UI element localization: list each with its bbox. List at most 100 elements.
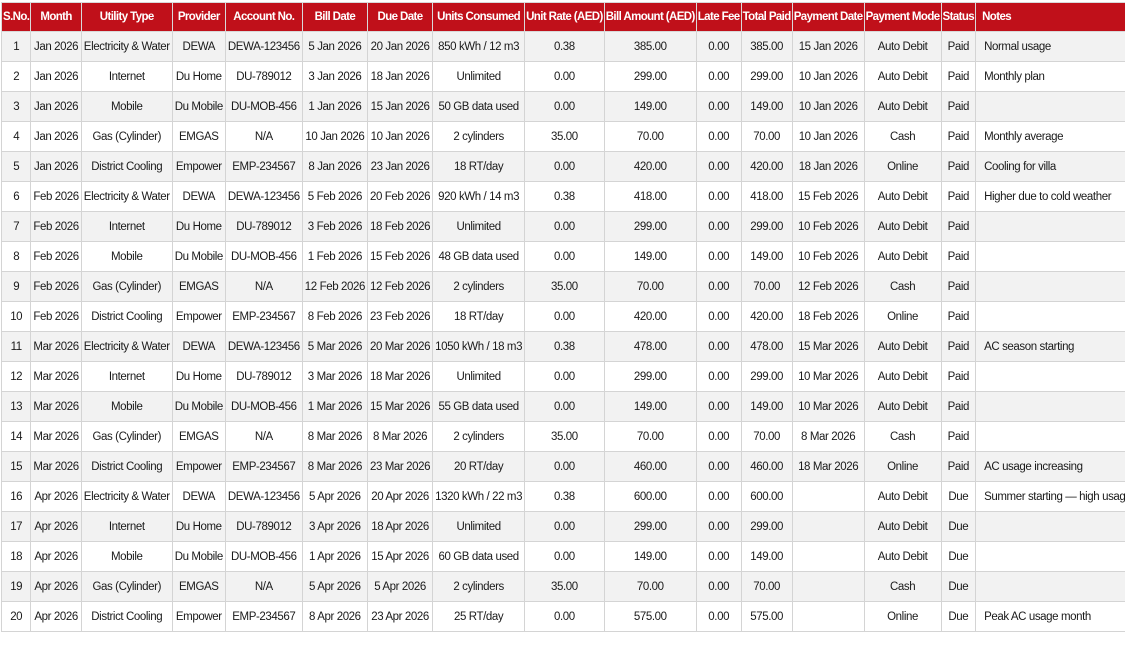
- cell-bill-amount[interactable]: 385.00: [603, 31, 697, 62]
- cell-provider[interactable]: EMGAS: [171, 271, 226, 302]
- table-row[interactable]: 4 Jan 2026 Gas (Cylinder) EMGAS N/A 10 Jan 20…: [0, 121, 1125, 152]
- cell-total-paid[interactable]: 420.00: [740, 301, 793, 332]
- cell-status[interactable]: Due: [940, 541, 977, 572]
- cell-payment-mode[interactable]: Auto Debit: [863, 331, 942, 362]
- cell-unit-rate[interactable]: 0.00: [524, 391, 605, 422]
- cell-provider[interactable]: Du Home: [171, 211, 226, 242]
- cell-unit-rate[interactable]: 0.00: [524, 511, 605, 542]
- cell-late-fee[interactable]: 0.00: [695, 61, 742, 92]
- cell-notes[interactable]: Cooling for villa: [975, 151, 1125, 182]
- column-header-bill-amount[interactable]: Bill Amount (AED): [603, 2, 697, 32]
- cell-month[interactable]: Jan 2026: [30, 91, 82, 122]
- cell-units-consumed[interactable]: 2 cylinders: [432, 421, 526, 452]
- cell-late-fee[interactable]: 0.00: [695, 511, 742, 542]
- cell-account-no[interactable]: EMP-234567: [224, 601, 303, 632]
- cell-sno[interactable]: 19: [0, 571, 32, 602]
- cell-provider[interactable]: Du Home: [171, 511, 226, 542]
- cell-utility-type[interactable]: Mobile: [80, 541, 173, 572]
- cell-units-consumed[interactable]: 18 RT/day: [432, 301, 526, 332]
- cell-utility-type[interactable]: Electricity & Water: [80, 481, 173, 512]
- cell-units-consumed[interactable]: 920 kWh / 14 m3: [432, 181, 526, 212]
- cell-late-fee[interactable]: 0.00: [695, 361, 742, 392]
- cell-status[interactable]: Paid: [940, 91, 977, 122]
- cell-notes[interactable]: [975, 301, 1125, 332]
- table-row[interactable]: 13 Mar 2026 Mobile Du Mobile DU-MOB-456 1 Mar…: [0, 391, 1125, 422]
- cell-bill-amount[interactable]: 600.00: [603, 481, 697, 512]
- cell-utility-type[interactable]: Internet: [80, 361, 173, 392]
- cell-month[interactable]: Feb 2026: [30, 211, 82, 242]
- cell-utility-type[interactable]: Electricity & Water: [80, 331, 173, 362]
- cell-bill-date[interactable]: 12 Feb 2026: [301, 271, 368, 302]
- cell-payment-mode[interactable]: Cash: [863, 121, 942, 152]
- cell-bill-date[interactable]: 8 Jan 2026: [301, 151, 368, 182]
- column-header-sno[interactable]: S.No.: [0, 2, 32, 32]
- cell-notes[interactable]: Monthly plan: [975, 61, 1125, 92]
- cell-payment-mode[interactable]: Auto Debit: [863, 541, 942, 572]
- cell-status[interactable]: Paid: [940, 271, 977, 302]
- cell-due-date[interactable]: 5 Apr 2026: [366, 571, 434, 602]
- cell-units-consumed[interactable]: Unlimited: [432, 511, 526, 542]
- table-row[interactable]: 20 Apr 2026 District Cooling Empower EMP-234…: [0, 601, 1125, 632]
- cell-total-paid[interactable]: 299.00: [740, 511, 793, 542]
- cell-bill-date[interactable]: 8 Mar 2026: [301, 451, 368, 482]
- cell-notes[interactable]: [975, 511, 1125, 542]
- cell-payment-date[interactable]: 10 Mar 2026: [791, 361, 865, 392]
- cell-late-fee[interactable]: 0.00: [695, 241, 742, 272]
- cell-notes[interactable]: [975, 91, 1125, 122]
- cell-payment-mode[interactable]: Auto Debit: [863, 391, 942, 422]
- cell-unit-rate[interactable]: 0.00: [524, 361, 605, 392]
- cell-bill-date[interactable]: 5 Apr 2026: [301, 571, 368, 602]
- cell-status[interactable]: Paid: [940, 181, 977, 212]
- cell-notes[interactable]: Peak AC usage month: [975, 601, 1125, 632]
- cell-notes[interactable]: Monthly average: [975, 121, 1125, 152]
- cell-provider[interactable]: Empower: [171, 451, 226, 482]
- cell-unit-rate[interactable]: 35.00: [524, 121, 605, 152]
- cell-due-date[interactable]: 18 Apr 2026: [366, 511, 434, 542]
- cell-month[interactable]: Feb 2026: [30, 271, 82, 302]
- cell-payment-mode[interactable]: Auto Debit: [863, 241, 942, 272]
- cell-bill-date[interactable]: 1 Apr 2026: [301, 541, 368, 572]
- table-row[interactable]: 6 Feb 2026 Electricity & Water DEWA DEWA-123…: [0, 181, 1125, 212]
- cell-units-consumed[interactable]: 1050 kWh / 18 m3: [432, 331, 526, 362]
- cell-sno[interactable]: 4: [0, 121, 32, 152]
- cell-notes[interactable]: AC season starting: [975, 331, 1125, 362]
- cell-account-no[interactable]: DU-789012: [224, 211, 303, 242]
- cell-provider[interactable]: Du Mobile: [171, 391, 226, 422]
- cell-month[interactable]: Jan 2026: [30, 61, 82, 92]
- column-header-status[interactable]: Status: [940, 2, 977, 32]
- cell-due-date[interactable]: 15 Jan 2026: [366, 91, 434, 122]
- cell-units-consumed[interactable]: 2 cylinders: [432, 271, 526, 302]
- cell-notes[interactable]: Normal usage: [975, 31, 1125, 62]
- cell-payment-mode[interactable]: Auto Debit: [863, 31, 942, 62]
- cell-notes[interactable]: [975, 361, 1125, 392]
- cell-units-consumed[interactable]: 50 GB data used: [432, 91, 526, 122]
- cell-account-no[interactable]: DEWA-123456: [224, 481, 303, 512]
- cell-sno[interactable]: 17: [0, 511, 32, 542]
- cell-bill-amount[interactable]: 70.00: [603, 271, 697, 302]
- cell-provider[interactable]: EMGAS: [171, 121, 226, 152]
- cell-status[interactable]: Paid: [940, 361, 977, 392]
- cell-due-date[interactable]: 15 Apr 2026: [366, 541, 434, 572]
- cell-notes[interactable]: Higher due to cold weather: [975, 181, 1125, 212]
- cell-bill-date[interactable]: 5 Feb 2026: [301, 181, 368, 212]
- cell-bill-date[interactable]: 8 Apr 2026: [301, 601, 368, 632]
- cell-utility-type[interactable]: Mobile: [80, 91, 173, 122]
- cell-bill-amount[interactable]: 575.00: [603, 601, 697, 632]
- cell-total-paid[interactable]: 149.00: [740, 541, 793, 572]
- cell-bill-amount[interactable]: 299.00: [603, 211, 697, 242]
- cell-utility-type[interactable]: Gas (Cylinder): [80, 571, 173, 602]
- cell-status[interactable]: Due: [940, 511, 977, 542]
- cell-bill-date[interactable]: 1 Feb 2026: [301, 241, 368, 272]
- cell-utility-type[interactable]: Electricity & Water: [80, 181, 173, 212]
- cell-sno[interactable]: 16: [0, 481, 32, 512]
- cell-sno[interactable]: 13: [0, 391, 32, 422]
- cell-late-fee[interactable]: 0.00: [695, 271, 742, 302]
- cell-unit-rate[interactable]: 0.00: [524, 601, 605, 632]
- cell-payment-date[interactable]: 10 Feb 2026: [791, 241, 865, 272]
- table-row[interactable]: 14 Mar 2026 Gas (Cylinder) EMGAS N/A 8 Mar 20…: [0, 421, 1125, 452]
- cell-total-paid[interactable]: 600.00: [740, 481, 793, 512]
- column-header-notes[interactable]: Notes: [975, 2, 1125, 32]
- cell-late-fee[interactable]: 0.00: [695, 481, 742, 512]
- cell-account-no[interactable]: DU-789012: [224, 511, 303, 542]
- cell-total-paid[interactable]: 149.00: [740, 391, 793, 422]
